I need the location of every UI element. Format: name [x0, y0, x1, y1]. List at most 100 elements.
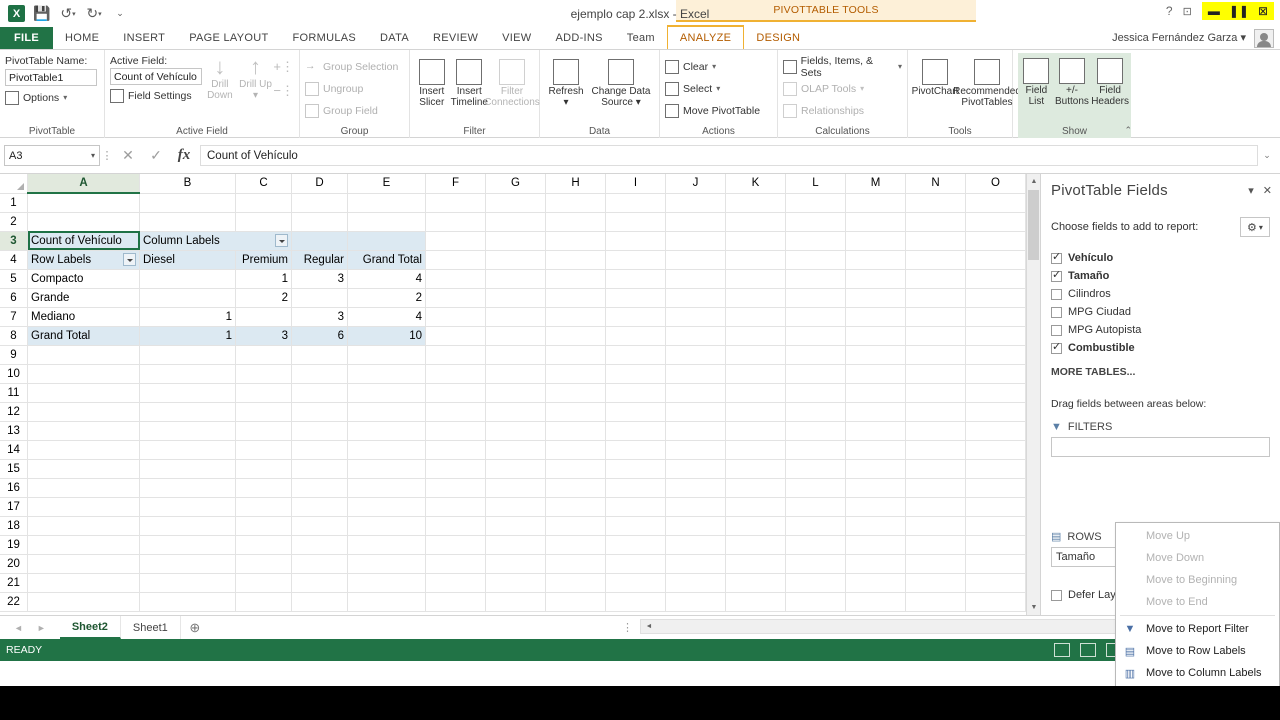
cell-k14[interactable]	[725, 440, 786, 460]
cell-j3[interactable]	[665, 231, 726, 251]
cell-j17[interactable]	[665, 497, 726, 517]
cell-d4-regular-header[interactable]: Regular	[291, 250, 348, 270]
cell-n5[interactable]	[905, 269, 966, 289]
scroll-left-icon[interactable]: ◄	[642, 619, 656, 634]
cell-k20[interactable]	[725, 554, 786, 574]
cell-o19[interactable]	[965, 535, 1026, 555]
cell-h7[interactable]	[545, 307, 606, 327]
column-header-i[interactable]: I	[605, 174, 666, 194]
column-labels-filter-icon[interactable]	[275, 234, 288, 247]
cell-a14[interactable]	[27, 440, 140, 460]
cell-h12[interactable]	[545, 402, 606, 422]
cell-l11[interactable]	[785, 383, 846, 403]
cell-j21[interactable]	[665, 573, 726, 593]
cell-k2[interactable]	[725, 212, 786, 232]
column-header-g[interactable]: G	[485, 174, 546, 194]
cell-f7[interactable]	[425, 307, 486, 327]
cell-b16[interactable]	[139, 478, 236, 498]
insert-timeline-button[interactable]: Insert Timeline	[451, 57, 488, 108]
tab-team[interactable]: Team	[615, 27, 667, 49]
cell-o3[interactable]	[965, 231, 1026, 251]
cell-f6[interactable]	[425, 288, 486, 308]
cell-n1[interactable]	[905, 193, 966, 213]
cell-c14[interactable]	[235, 440, 292, 460]
cell-e21[interactable]	[347, 573, 426, 593]
drill-up-button[interactable]: ↑ Drill Up ▾	[238, 53, 274, 102]
cell-n22[interactable]	[905, 592, 966, 612]
cell-b18[interactable]	[139, 516, 236, 536]
cell-g4[interactable]	[485, 250, 546, 270]
row-header-10[interactable]: 10	[0, 364, 28, 384]
cell-g5[interactable]	[485, 269, 546, 289]
cell-d13[interactable]	[291, 421, 348, 441]
cell-d22[interactable]	[291, 592, 348, 612]
collapse-ribbon-icon[interactable]: ⌃	[1124, 125, 1132, 136]
cell-c16[interactable]	[235, 478, 292, 498]
cell-l4[interactable]	[785, 250, 846, 270]
cell-l19[interactable]	[785, 535, 846, 555]
cell-e12[interactable]	[347, 402, 426, 422]
cell-d2[interactable]	[291, 212, 348, 232]
cell-h19[interactable]	[545, 535, 606, 555]
cell-j15[interactable]	[665, 459, 726, 479]
avatar[interactable]	[1254, 29, 1274, 48]
ungroup-button[interactable]: Ungroup	[305, 79, 363, 98]
cell-e9[interactable]	[347, 345, 426, 365]
cell-f13[interactable]	[425, 421, 486, 441]
checkbox-vehiculo[interactable]	[1051, 250, 1062, 264]
cell-e15[interactable]	[347, 459, 426, 479]
cell-m17[interactable]	[845, 497, 906, 517]
cell-o7[interactable]	[965, 307, 1026, 327]
cell-g20[interactable]	[485, 554, 546, 574]
cell-d3[interactable]	[291, 231, 348, 251]
cancel-formula-icon[interactable]: ✕	[114, 145, 142, 167]
recommended-pivottables-button[interactable]: Recommended PivotTables	[953, 57, 1021, 108]
cell-n3[interactable]	[905, 231, 966, 251]
group-field-button[interactable]: Group Field	[305, 101, 378, 120]
cell-k18[interactable]	[725, 516, 786, 536]
tab-review[interactable]: REVIEW	[421, 27, 490, 49]
row-header-21[interactable]: 21	[0, 573, 28, 593]
cell-i19[interactable]	[605, 535, 666, 555]
row-header-17[interactable]: 17	[0, 497, 28, 517]
field-item-mpg-ciudad[interactable]: MPG Ciudad	[1051, 303, 1270, 321]
cell-n4[interactable]	[905, 250, 966, 270]
cell-b21[interactable]	[139, 573, 236, 593]
row-header-7[interactable]: 7	[0, 307, 28, 327]
cell-c7-value[interactable]	[235, 307, 292, 327]
column-header-c[interactable]: C	[235, 174, 292, 194]
column-header-f[interactable]: F	[425, 174, 486, 194]
cell-h13[interactable]	[545, 421, 606, 441]
menu-item-move-to-row-labels[interactable]: ▤ Move to Row Labels	[1116, 640, 1279, 662]
cell-m14[interactable]	[845, 440, 906, 460]
clear-button[interactable]: Clear ▾	[665, 57, 716, 76]
filter-connections-button[interactable]: Filter Connections	[484, 57, 540, 108]
checkbox-defer-layout-update[interactable]	[1051, 589, 1062, 601]
cell-l18[interactable]	[785, 516, 846, 536]
ribbon-tab-bar[interactable]: FILE HOME INSERT PAGE LAYOUT FORMULAS DA…	[0, 25, 1280, 50]
cell-h15[interactable]	[545, 459, 606, 479]
cell-i22[interactable]	[605, 592, 666, 612]
tab-add-ins[interactable]: ADD-INS	[543, 27, 614, 49]
cell-b11[interactable]	[139, 383, 236, 403]
cell-g13[interactable]	[485, 421, 546, 441]
tab-design[interactable]: DESIGN	[744, 27, 812, 49]
cell-f8[interactable]	[425, 326, 486, 346]
pivottable-name-input[interactable]: PivotTable1	[5, 69, 97, 86]
tab-insert[interactable]: INSERT	[111, 27, 177, 49]
field-list-tools-button[interactable]: ⚙ ▾	[1240, 217, 1270, 237]
row-header-16[interactable]: 16	[0, 478, 28, 498]
row-header-4[interactable]: 4	[0, 250, 28, 270]
row-header-18[interactable]: 18	[0, 516, 28, 536]
cell-j11[interactable]	[665, 383, 726, 403]
cell-c18[interactable]	[235, 516, 292, 536]
add-sheet-icon[interactable]: ⊕	[181, 616, 209, 639]
cell-b9[interactable]	[139, 345, 236, 365]
cell-g8[interactable]	[485, 326, 546, 346]
cell-i8[interactable]	[605, 326, 666, 346]
grid[interactable]: A B C D E F G H I J K L M N O 1 2 3 Coun…	[0, 174, 1040, 615]
cell-b8-grand-total[interactable]: 1	[139, 326, 236, 346]
cell-h14[interactable]	[545, 440, 606, 460]
cell-l21[interactable]	[785, 573, 846, 593]
cell-l12[interactable]	[785, 402, 846, 422]
